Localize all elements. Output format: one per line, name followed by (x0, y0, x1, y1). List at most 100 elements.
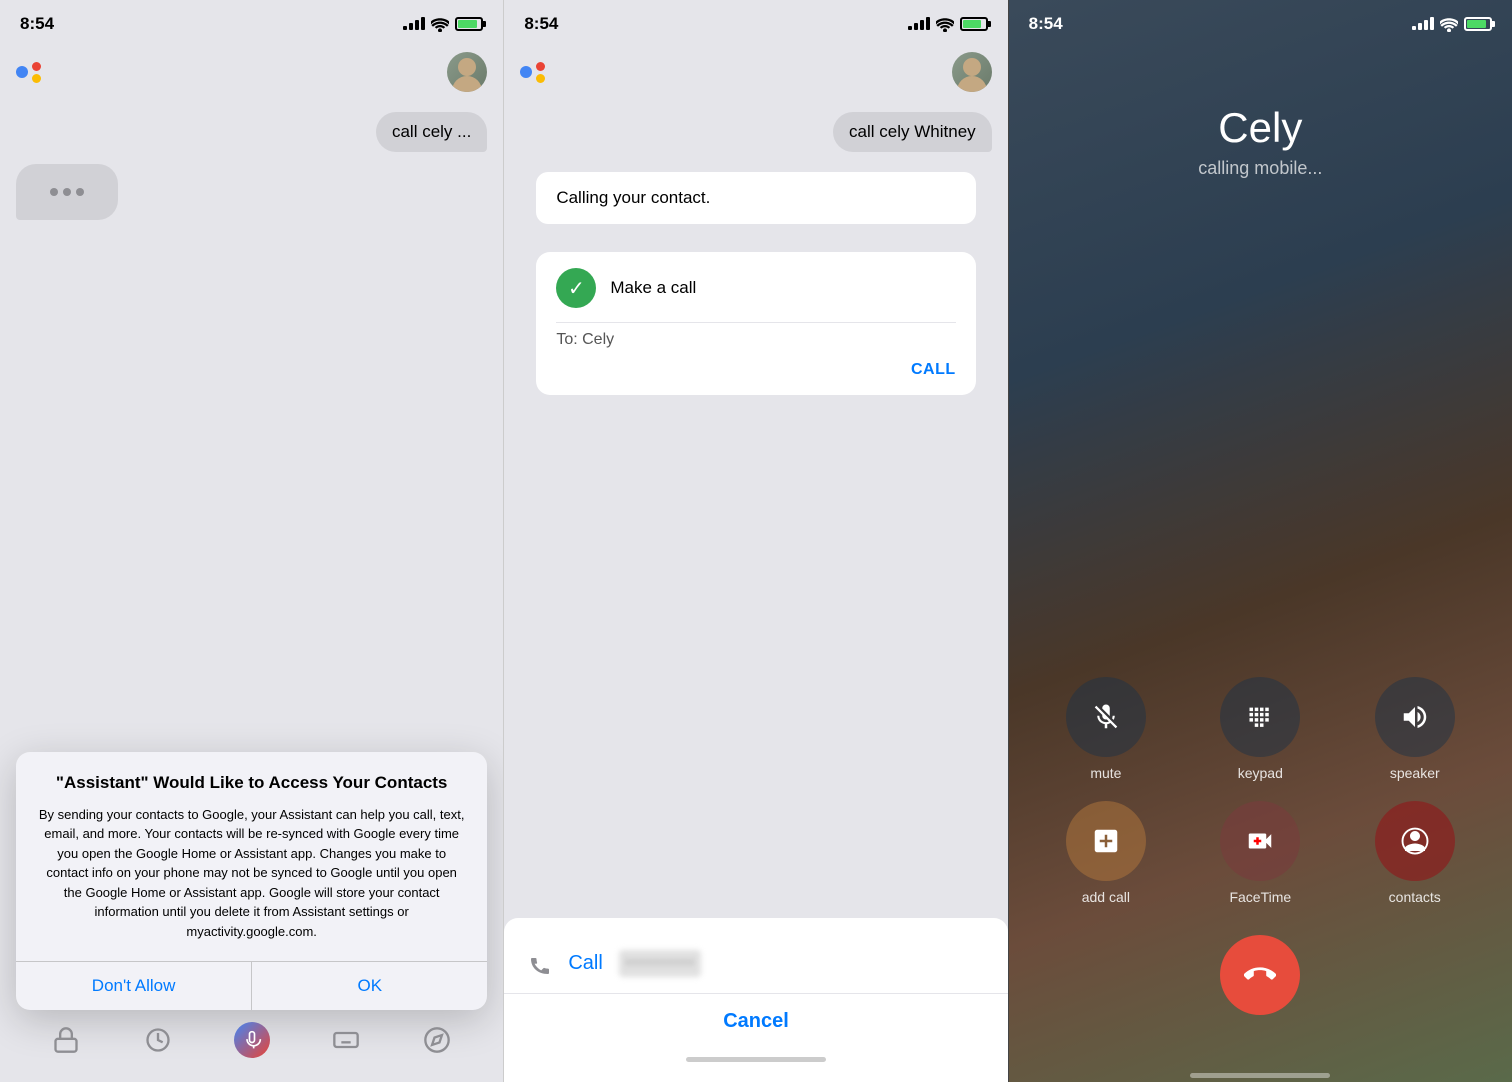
battery-icon-3 (1464, 17, 1492, 31)
wifi-icon-1 (431, 16, 449, 32)
dot-blue-1 (16, 66, 28, 78)
contacts-label: contacts (1389, 889, 1441, 905)
add-call-circle (1066, 801, 1146, 881)
call-contact-name: Cely (1009, 104, 1512, 152)
mute-circle (1066, 677, 1146, 757)
history-icon[interactable] (142, 1024, 174, 1056)
panel-phone-call: 8:54 Cely calling mobile... (1008, 0, 1512, 1082)
user-message-2: call cely Whitney (833, 112, 992, 152)
avatar-1 (447, 52, 487, 92)
signal-bar-4 (421, 17, 425, 30)
compass-icon[interactable] (421, 1024, 453, 1056)
call-action-item[interactable]: Call •••••••••• (504, 934, 1007, 994)
keypad-label: keypad (1238, 765, 1283, 781)
make-call-to: To: Cely (556, 322, 955, 349)
wifi-icon-2 (936, 16, 954, 32)
phone-icon (528, 950, 552, 976)
mute-button[interactable]: mute (1039, 677, 1173, 781)
panel-calling: 8:54 (503, 0, 1007, 1082)
make-call-card: ✓ Make a call To: Cely CALL (536, 252, 975, 395)
call-btn-row: CALL (556, 349, 955, 379)
permission-dialog: "Assistant" Would Like to Access Your Co… (16, 752, 487, 1010)
typing-indicator-1 (32, 176, 102, 208)
ok-button[interactable]: OK (252, 962, 487, 1010)
cancel-action[interactable]: Cancel (504, 994, 1007, 1049)
bitmoji-icon[interactable] (50, 1024, 82, 1056)
battery-fill-1 (458, 20, 477, 28)
dialog-title: "Assistant" Would Like to Access Your Co… (36, 772, 467, 794)
mute-label: mute (1090, 765, 1121, 781)
typing-dot-2 (63, 188, 71, 196)
action-sheet: Call •••••••••• Cancel (504, 918, 1007, 1082)
dialog-buttons: Don't Allow OK (16, 961, 487, 1010)
contacts-circle (1375, 801, 1455, 881)
speaker-button[interactable]: speaker (1348, 677, 1482, 781)
blurred-number: •••••••••• (619, 950, 701, 977)
avatar-2 (952, 52, 992, 92)
dot-red-2 (536, 62, 545, 71)
call-buttons-grid: mute keypad speaker (1009, 677, 1512, 905)
end-call-button[interactable] (1220, 935, 1300, 1015)
google-logo-1 (16, 62, 41, 83)
signal-bars-2 (908, 17, 930, 30)
dont-allow-button[interactable]: Don't Allow (16, 962, 252, 1010)
status-icons-3 (1412, 16, 1492, 32)
status-bar-2: 8:54 (504, 0, 1007, 44)
chat-area-2: call cely Whitney Calling your contact. … (504, 100, 1007, 411)
speaker-circle (1375, 677, 1455, 757)
green-check-icon: ✓ (556, 268, 596, 308)
dot-red-1 (32, 62, 41, 71)
status-icons-2 (908, 16, 988, 32)
signal-bar-1 (403, 26, 407, 30)
make-call-header: ✓ Make a call (556, 268, 955, 308)
status-time-2: 8:54 (524, 14, 558, 34)
status-icons-1 (403, 16, 483, 32)
keyboard-icon[interactable] (330, 1024, 362, 1056)
add-call-label: add call (1082, 889, 1130, 905)
calling-text: Calling your contact. (536, 172, 975, 224)
assistant-header-2 (504, 44, 1007, 100)
signal-bar-3 (415, 20, 419, 30)
avatar-body-1 (452, 76, 482, 92)
assistant-header-1 (0, 44, 503, 100)
facetime-circle (1220, 801, 1300, 881)
dot-yellow-2 (536, 74, 545, 83)
dot-yellow-1 (32, 74, 41, 83)
end-call-row (1009, 905, 1512, 1065)
call-text: Call (568, 952, 602, 975)
google-logo-2 (520, 62, 545, 83)
typing-bubble-1 (16, 164, 118, 220)
status-bar-1: 8:54 (0, 0, 503, 44)
keypad-button[interactable]: keypad (1193, 677, 1327, 781)
signal-bars-3 (1412, 17, 1434, 30)
user-message-1: call cely ... (376, 112, 487, 152)
make-call-title: Make a call (610, 278, 696, 298)
typing-dot-3 (76, 188, 84, 196)
signal-bars-1 (403, 17, 425, 30)
battery-icon-1 (455, 17, 483, 31)
call-status: calling mobile... (1009, 158, 1512, 179)
call-button[interactable]: CALL (911, 361, 956, 379)
facetime-button[interactable]: FaceTime (1193, 801, 1327, 905)
typing-dot-1 (50, 188, 58, 196)
keypad-circle (1220, 677, 1300, 757)
signal-bar-2 (409, 23, 413, 30)
panel-assistant-contacts: 8:54 (0, 0, 503, 1082)
status-bar-3: 8:54 (1009, 0, 1512, 44)
mic-button[interactable] (234, 1022, 270, 1058)
facetime-label: FaceTime (1229, 889, 1291, 905)
dot-blue-2 (520, 66, 532, 78)
home-indicator-3 (1190, 1073, 1330, 1078)
battery-icon-2 (960, 17, 988, 31)
chat-area-1: call cely ... (0, 100, 503, 752)
bottom-nav-1 (0, 1010, 503, 1082)
add-call-button[interactable]: add call (1039, 801, 1173, 905)
contacts-button[interactable]: contacts (1348, 801, 1482, 905)
dialog-body: By sending your contacts to Google, your… (36, 805, 467, 942)
status-time-1: 8:54 (20, 14, 54, 34)
speaker-label: speaker (1390, 765, 1440, 781)
wifi-icon-3 (1440, 16, 1458, 32)
status-time-3: 8:54 (1029, 14, 1063, 34)
home-indicator-2 (686, 1057, 826, 1062)
avatar-head-1 (458, 58, 476, 76)
